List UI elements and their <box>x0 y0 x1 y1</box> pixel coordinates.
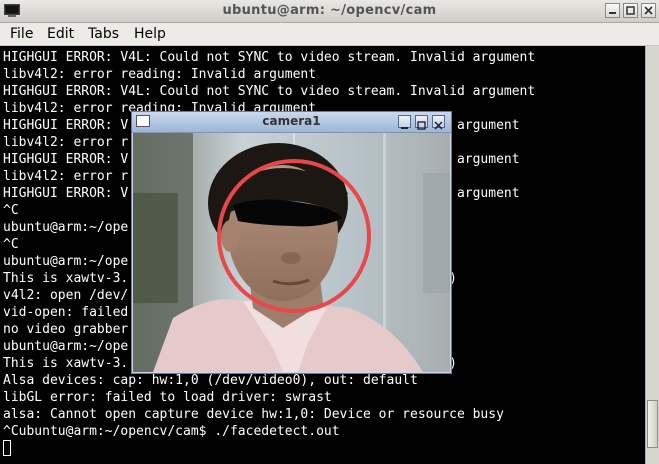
terminal-line: Alsa devices: cap: hw:1,0 (/dev/video0),… <box>3 373 418 388</box>
terminal-line: ^Cubuntu@arm:~/opencv/cam$ ./facedetect.… <box>3 424 340 439</box>
terminal-line: HIGHGUI ERROR: V4L: Could not SYNC to vi… <box>3 50 536 65</box>
camera-window-titlebar[interactable]: camera1 <box>132 112 451 133</box>
terminal-line: libGL error: failed to load driver: swra… <box>3 390 332 405</box>
scrollbar-thumb[interactable] <box>647 400 658 448</box>
terminal-line: libv4l2: error reading: Invalid argument <box>3 67 317 82</box>
menu-bar: File Edit Tabs Help <box>0 23 659 46</box>
camera-feed <box>133 133 450 372</box>
terminal-line: ^C <box>3 237 19 252</box>
menu-edit[interactable]: Edit <box>47 26 74 42</box>
window-titlebar[interactable]: ubuntu@arm: ~/opencv/cam <box>0 0 659 23</box>
terminal-line: HIGHGUI ERROR: V4L: Could not SYNC to vi… <box>3 84 536 99</box>
terminal-line: libv4l2: error r <box>3 135 129 150</box>
camera-maximize-button[interactable] <box>415 115 428 130</box>
close-icon <box>644 6 653 15</box>
terminal-line: ubuntu@arm:~/ope <box>3 254 129 269</box>
close-icon <box>434 121 443 130</box>
camera-minimize-button[interactable] <box>398 115 411 129</box>
minimize-icon <box>401 127 408 129</box>
menu-help[interactable]: Help <box>134 26 166 42</box>
camera-close-button[interactable] <box>432 115 445 130</box>
terminal-line: libv4l2: error r <box>3 169 129 184</box>
close-button[interactable] <box>641 3 656 18</box>
vertical-scrollbar[interactable] <box>645 46 659 464</box>
camera-window[interactable]: camera1 <box>131 111 452 374</box>
maximize-button[interactable] <box>623 3 638 18</box>
maximize-icon <box>626 6 635 15</box>
terminal-line: ubuntu@arm:~/ope <box>3 339 129 354</box>
terminal-line: vid-open: failed <box>3 305 129 320</box>
maximize-icon <box>417 121 426 130</box>
menu-file[interactable]: File <box>10 26 33 42</box>
menu-tabs[interactable]: Tabs <box>88 26 119 42</box>
minimize-icon <box>609 12 616 14</box>
terminal-line: alsa: Cannot open capture device hw:1,0:… <box>3 407 504 422</box>
minimize-button[interactable] <box>605 3 620 18</box>
terminal-line: no video grabber <box>3 322 129 337</box>
terminal-line: ubuntu@arm:~/ope <box>3 220 129 235</box>
text-cursor <box>3 440 11 456</box>
camera-frame-image <box>133 133 450 372</box>
window-title: ubuntu@arm: ~/opencv/cam <box>222 3 437 18</box>
terminal-line: ^C <box>3 203 19 218</box>
terminal-line: v4l2: open /dev/ <box>3 288 129 303</box>
